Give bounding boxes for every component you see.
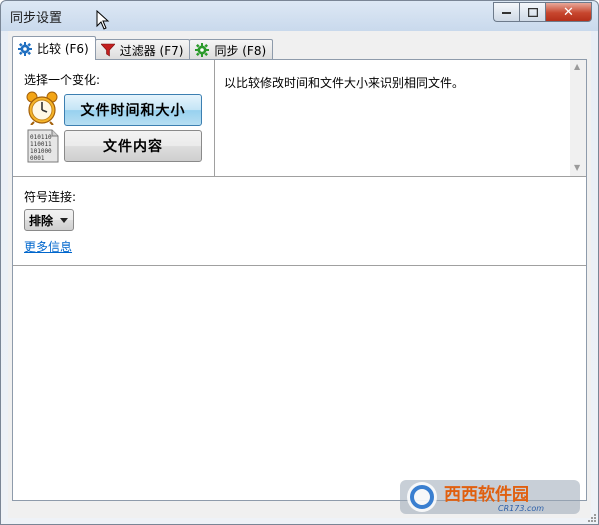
watermark-logo: 西西软件园 CR173.com <box>400 480 580 514</box>
maximize-icon <box>527 7 538 17</box>
watermark-brand: 西西软件园 <box>444 484 529 505</box>
funnel-icon <box>100 43 115 57</box>
variant-options: 选择一个变化: 文件时间和大小 010110 110011 101000 000… <box>13 60 215 176</box>
gear-icon <box>195 43 210 57</box>
chevron-down-icon <box>60 218 68 223</box>
more-info-link[interactable]: 更多信息 <box>24 238 72 255</box>
symlink-dropdown-value: 排除 <box>29 213 54 228</box>
variant-description: 以比较修改时间和文件大小来识别相同文件。 <box>224 76 465 90</box>
binary-line: 101000 <box>30 148 52 155</box>
file-content-label: 文件内容 <box>103 139 163 155</box>
close-button[interactable]: ✕ <box>545 2 592 22</box>
window-title: 同步设置 <box>10 11 63 26</box>
tab-filter[interactable]: 过滤器 (F7) <box>94 39 191 60</box>
gear-icon <box>18 41 32 56</box>
mouse-cursor-icon <box>96 10 110 30</box>
tab-compare-label: 比较 (F6) <box>37 42 89 56</box>
file-content-button[interactable]: 文件内容 <box>64 130 202 162</box>
window-controls: ✕ <box>493 2 592 22</box>
symlink-section: 符号连接: 排除 更多信息 <box>13 177 586 266</box>
minimize-icon <box>502 12 511 14</box>
title-bar: 同步设置 ✕ <box>1 1 598 30</box>
resize-grip-icon[interactable] <box>586 512 596 522</box>
dialog-body: 比较 (F6) 过滤器 (F7) 同步 (F8) 选择一个变化: 文件时间和大小… <box>8 31 591 518</box>
tab-sync-label: 同步 (F8) <box>214 43 267 58</box>
file-time-size-button[interactable]: 文件时间和大小 <box>64 94 202 126</box>
compare-panel: 选择一个变化: 文件时间和大小 010110 110011 101000 000… <box>12 59 587 501</box>
tab-compare[interactable]: 比较 (F6) <box>12 36 96 60</box>
symlink-label: 符号连接: <box>24 190 77 204</box>
scroll-down-icon[interactable]: ▼ <box>574 163 580 172</box>
tab-sync[interactable]: 同步 (F8) <box>189 39 274 60</box>
maximize-button[interactable] <box>519 2 545 22</box>
symlink-dropdown[interactable]: 排除 <box>24 209 74 231</box>
close-icon: ✕ <box>563 4 574 20</box>
binary-file-icon: 010110 110011 101000 0001 <box>27 129 59 163</box>
compare-variant-section: 选择一个变化: 文件时间和大小 010110 110011 101000 000… <box>13 60 586 177</box>
tab-bar: 比较 (F6) 过滤器 (F7) 同步 (F8) <box>12 36 274 60</box>
binary-line: 0001 <box>30 155 45 162</box>
alarm-clock-icon <box>26 91 58 125</box>
binary-line: 110011 <box>30 141 52 148</box>
select-variant-label: 选择一个变化: <box>24 73 101 87</box>
watermark-domain: CR173.com <box>498 504 544 513</box>
description-scrollbar[interactable]: ▲ ▼ <box>570 60 586 176</box>
binary-line: 010110 <box>30 134 52 141</box>
minimize-button[interactable] <box>493 2 519 22</box>
scroll-up-icon[interactable]: ▲ <box>574 62 580 71</box>
settings-window: 同步设置 ✕ 比较 (F6) 过滤器 (F7) 同步 (F8) 选择一个变化: … <box>0 0 599 525</box>
tab-filter-label: 过滤器 (F7) <box>119 43 184 58</box>
file-time-size-label: 文件时间和大小 <box>80 103 186 119</box>
